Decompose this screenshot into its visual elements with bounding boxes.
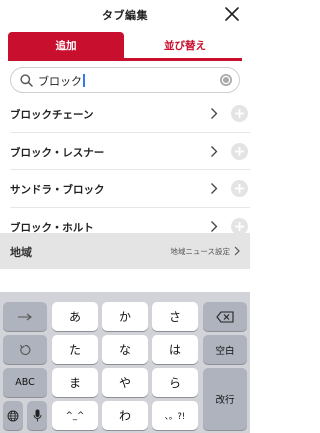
region-title: 地域 xyxy=(10,246,32,259)
page-title: タブ編集 xyxy=(102,9,148,22)
search-value: ブロック xyxy=(38,75,82,88)
close-icon xyxy=(225,7,239,21)
region-section[interactable]: 地域 地域ニュース設定 xyxy=(0,233,250,269)
add-circle-icon[interactable] xyxy=(231,142,248,160)
search-input[interactable]: ブロック xyxy=(10,67,240,93)
tab-bar: 追加 並び替え xyxy=(8,32,242,61)
key-ra[interactable]: ら xyxy=(152,368,198,397)
abc-key[interactable]: ABC xyxy=(3,368,47,397)
undo-icon xyxy=(20,344,31,355)
key-punctuation-label: 、。?! xyxy=(164,411,186,422)
chevron-right-icon xyxy=(211,183,218,194)
key-ka[interactable]: か xyxy=(102,302,148,331)
key-ta[interactable]: た xyxy=(52,335,98,364)
chevron-right-icon xyxy=(234,246,240,256)
key-kaomoji-label: ^_^ xyxy=(65,410,85,421)
key-ma[interactable]: ま xyxy=(52,368,98,397)
list-item-label: ブロックチェーン xyxy=(10,109,94,121)
undo-key[interactable] xyxy=(3,335,47,364)
search-icon xyxy=(20,74,33,87)
return-key[interactable]: 改行 xyxy=(203,368,247,430)
key-a[interactable]: あ xyxy=(52,302,98,331)
chevron-right-icon xyxy=(211,108,218,119)
delete-key[interactable] xyxy=(203,302,247,331)
key-wa[interactable]: わ xyxy=(102,401,148,430)
key-ha[interactable]: は xyxy=(152,335,198,364)
chevron-right-icon xyxy=(211,145,218,157)
key-na[interactable]: な xyxy=(102,335,148,364)
dictation-key[interactable] xyxy=(27,401,47,430)
list-item[interactable]: ブロック・レスナー xyxy=(10,133,250,170)
region-settings-link[interactable]: 地域ニュース設定 xyxy=(170,246,230,257)
header: タブ編集 xyxy=(0,0,250,30)
add-circle-icon[interactable] xyxy=(231,105,248,122)
tab-reorder[interactable]: 並び替え xyxy=(128,32,242,58)
backspace-icon xyxy=(216,310,234,323)
key-sa[interactable]: さ xyxy=(152,302,198,331)
key-ya[interactable]: や xyxy=(102,368,148,397)
next-key[interactable] xyxy=(3,302,47,331)
tab-add[interactable]: 追加 xyxy=(8,32,124,58)
key-punctuation[interactable]: 、。?! xyxy=(152,401,198,430)
close-button[interactable] xyxy=(222,4,242,24)
list-item-label: ブロック・レスナー xyxy=(10,146,105,159)
add-circle-icon[interactable] xyxy=(231,180,248,197)
text-cursor xyxy=(83,74,85,87)
list-item-label: サンドラ・ブロック xyxy=(10,184,105,196)
globe-key[interactable] xyxy=(3,401,23,430)
globe-icon xyxy=(7,410,19,421)
add-circle-icon[interactable] xyxy=(231,217,248,235)
chevron-right-icon xyxy=(211,220,218,232)
keyboard: あ か さ た な は 空白 ABC ま や ら 改行 ^_^ わ 、。?! xyxy=(0,292,250,433)
microphone-icon xyxy=(33,409,41,422)
space-key[interactable]: 空白 xyxy=(203,335,247,364)
clear-icon[interactable] xyxy=(220,74,232,86)
list-item[interactable]: ブロックチェーン xyxy=(10,95,250,133)
key-kaomoji[interactable]: ^_^ xyxy=(52,401,98,430)
list-item[interactable]: サンドラ・ブロック xyxy=(10,170,250,208)
result-list: ブロックチェーン ブロック・レスナー サンドラ・ブロック ブロック・ホルト xyxy=(0,95,250,245)
arrow-right-icon xyxy=(18,313,32,320)
